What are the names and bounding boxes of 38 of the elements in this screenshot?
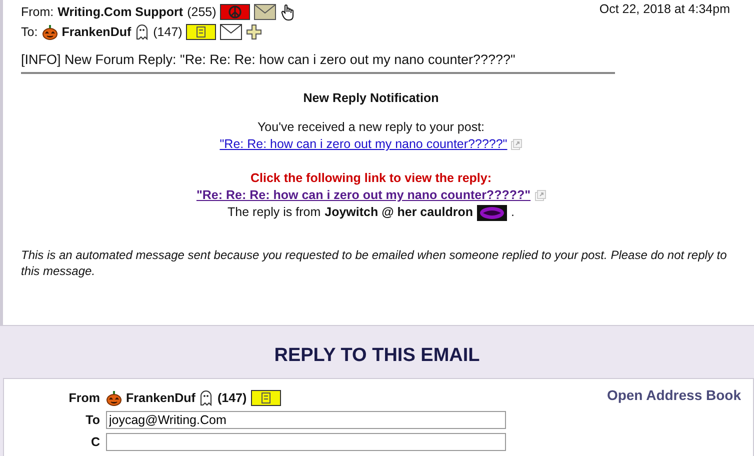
envelope-icon[interactable] <box>254 4 276 20</box>
cc-field[interactable] <box>106 433 506 451</box>
reply-link[interactable]: "Re: Re: Re: how can i zero out my nano counter?????" <box>196 187 531 204</box>
pumpkin-icon <box>106 390 122 406</box>
envelope-icon[interactable] <box>220 24 242 40</box>
field-label: From <box>68 391 100 405</box>
email-subject: [INFO] New Forum Reply: "Re: Re: Re: how can i zero out my nano counter?????" <box>21 52 615 74</box>
from-label: From: <box>21 5 54 19</box>
ghost-icon <box>135 24 150 40</box>
reply-from-text: The reply is from <box>228 204 321 221</box>
lips-icon <box>476 204 507 220</box>
date: Oct 22, 2018 at 4:34pm <box>599 2 730 18</box>
badge-icon <box>250 390 281 406</box>
address-book-link[interactable]: Open Address Book <box>606 387 741 403</box>
footer-note: This is an automated message sent because you requested to be emailed when someone replied to your post. Please do not reply to this message. <box>21 247 728 279</box>
field-label: To <box>84 413 100 427</box>
badge-icon <box>186 24 216 40</box>
field-label: C <box>90 435 100 449</box>
pumpkin-icon <box>42 24 58 40</box>
post-link[interactable]: "Re: Re: how can i zero out my nano counter?????" <box>220 136 508 153</box>
notification-title: New Reply Notification <box>303 90 439 107</box>
call-to-action: Click the following link to view the reply: <box>250 170 492 187</box>
to-label: To: <box>21 25 38 39</box>
plus-icon[interactable] <box>246 24 262 40</box>
recipient-count: (147) <box>153 25 182 39</box>
sender-name[interactable]: FrankenDuf <box>126 391 196 405</box>
sender-count: (147) <box>217 391 247 405</box>
sender-count: (255) <box>187 5 216 19</box>
sentence-period: . <box>510 204 514 221</box>
intro-text: You've received a new reply to your post: <box>257 120 485 134</box>
replier-name[interactable]: Joywitch @ her cauldron <box>324 204 473 221</box>
section-heading: REPLY TO THIS EMAIL <box>273 344 481 368</box>
sender-name[interactable]: Writing.Com Support <box>58 5 184 19</box>
hand-cursor-icon[interactable] <box>280 4 296 20</box>
recipient-name[interactable]: FrankenDuf <box>62 25 132 39</box>
ghost-icon <box>199 390 214 406</box>
to-field[interactable]: joycag@Writing.Com <box>106 411 506 429</box>
peace-icon <box>220 4 250 20</box>
